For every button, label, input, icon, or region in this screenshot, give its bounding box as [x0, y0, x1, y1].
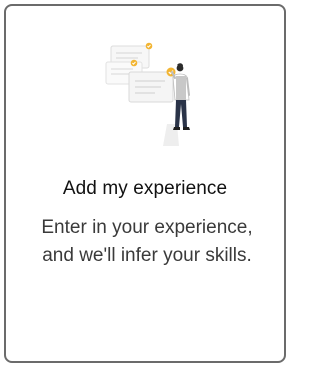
add-experience-card[interactable]: Add my experience Enter in your experien… [4, 4, 286, 363]
person-with-documents-illustration [105, 42, 190, 146]
card-title: Add my experience [62, 178, 228, 199]
card-description: Enter in your experience, and we'll infe… [41, 217, 253, 266]
